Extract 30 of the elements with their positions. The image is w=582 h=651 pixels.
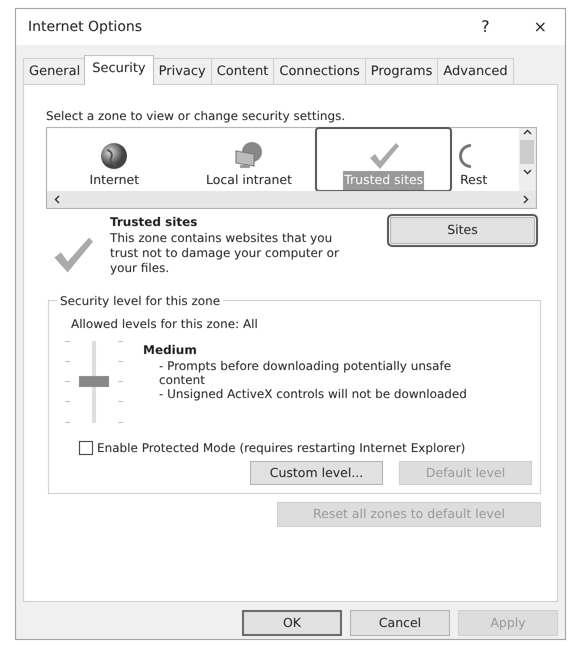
level-name: Medium [143,342,198,358]
slider-thumb[interactable] [79,376,109,387]
custom-level-button[interactable]: Custom level... [250,460,383,486]
zone-item[interactable]: Local intranet [182,128,316,190]
close-button[interactable]: × [526,15,555,39]
chevron-right-icon[interactable] [521,194,530,204]
horizontal-scrollbar[interactable] [47,190,536,208]
globe-icon [99,140,130,171]
tab[interactable]: General [23,58,86,84]
checkbox[interactable] [79,440,93,454]
help-button[interactable]: ? [473,15,498,39]
chevron-up-icon[interactable] [522,128,532,136]
zone-item[interactable]: Internet [47,128,182,190]
dialog-button[interactable]: OK [242,610,342,636]
window-title: Internet Options [28,18,142,36]
zone-title: Trusted sites [110,214,198,230]
dialog-button[interactable]: Cancel [350,610,450,636]
level-detail: - Unsigned ActiveX controls will not be downloaded [158,387,468,402]
tab[interactable]: Security [84,55,154,84]
instruction-text: Select a zone to view or change security settings. [46,108,346,124]
tab[interactable]: Advanced [437,58,514,84]
checkbox-label: Enable Protected Mode (requires restarting Internet Explorer) [97,440,466,456]
chevron-down-icon[interactable] [522,166,532,176]
zone-description: This zone contains websites that you trust not to damage your computer or your files. [110,230,340,276]
zone-item[interactable]: Rest [451,128,519,190]
chevron-left-icon[interactable] [53,194,62,204]
level-slider[interactable] [65,340,123,422]
vertical-scrollbar[interactable] [518,128,536,190]
level-detail: - Prompts before downloading potentially unsafe content [158,358,452,388]
allowed-levels-text: Allowed levels for this zone: All [71,316,259,332]
